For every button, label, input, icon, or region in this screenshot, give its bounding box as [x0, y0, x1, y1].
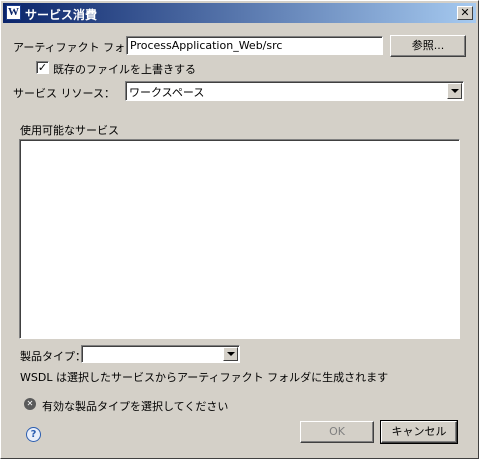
service-resource-select[interactable]: ワークスペース: [125, 81, 464, 101]
help-icon[interactable]: ?: [26, 427, 41, 442]
error-message: 有効な製品タイプを選択してください: [42, 400, 229, 413]
product-type-select[interactable]: [81, 345, 240, 363]
product-type-label: 製品タイプ：: [20, 350, 86, 363]
chevron-down-icon: [451, 89, 459, 93]
checkmark-icon: ✓: [37, 61, 48, 74]
info-text: WSDL は選択したサービスからアーティファクト フォルダに生成されます: [20, 371, 389, 384]
available-services-list[interactable]: [19, 139, 460, 339]
overwrite-checkbox[interactable]: ✓: [36, 61, 49, 74]
service-resource-label: サービス リソース：: [13, 87, 115, 100]
artifact-folder-input[interactable]: ProcessApplication_Web/src: [126, 36, 383, 55]
title-bar: W サービス消費 ✕: [3, 3, 476, 23]
window-title: サービス消費: [25, 8, 98, 22]
browse-button[interactable]: 参照...: [390, 35, 466, 57]
app-icon: W: [6, 5, 21, 20]
service-resource-value: ワークスペース: [129, 86, 205, 99]
available-services-label: 使用可能なサービス: [20, 124, 119, 137]
cancel-button[interactable]: キャンセル: [380, 420, 458, 444]
chevron-down-icon: [227, 352, 235, 356]
service-resource-dropdown-button[interactable]: [447, 83, 462, 99]
close-button[interactable]: ✕: [457, 6, 473, 20]
product-type-dropdown-button[interactable]: [223, 347, 238, 361]
error-icon: ✕: [24, 398, 36, 410]
service-consume-dialog: W サービス消費 ✕ アーティファクト フォルダ: ProcessApplica…: [0, 0, 479, 459]
close-icon: ✕: [460, 6, 470, 19]
ok-button[interactable]: OK: [300, 421, 374, 443]
overwrite-label[interactable]: 既存のファイルを上書きする: [53, 61, 196, 77]
artifact-folder-value: ProcessApplication_Web/src: [130, 39, 283, 52]
